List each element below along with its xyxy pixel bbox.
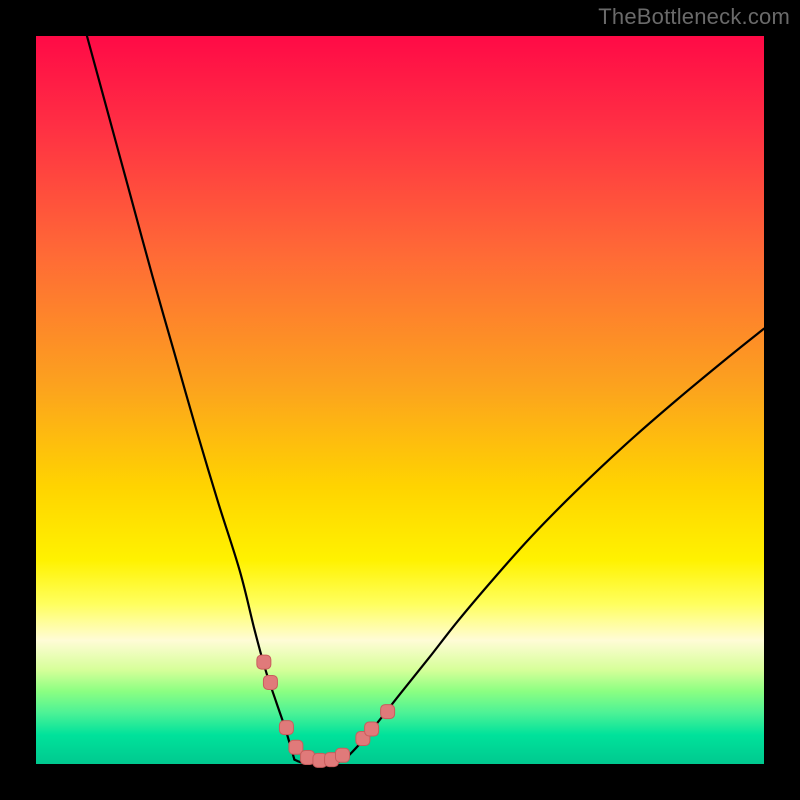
curve-left-branch [87,36,294,760]
marker-point [263,675,277,689]
marker-point [365,722,379,736]
marker-point [279,721,293,735]
marker-group [257,655,395,767]
curve-right-branch [348,329,764,757]
chart-frame: TheBottleneck.com [0,0,800,800]
plot-area [36,36,764,764]
marker-point [257,655,271,669]
watermark-text: TheBottleneck.com [598,4,790,30]
marker-point [381,705,395,719]
marker-point [289,740,303,754]
chart-svg [36,36,764,764]
marker-point [335,748,349,762]
